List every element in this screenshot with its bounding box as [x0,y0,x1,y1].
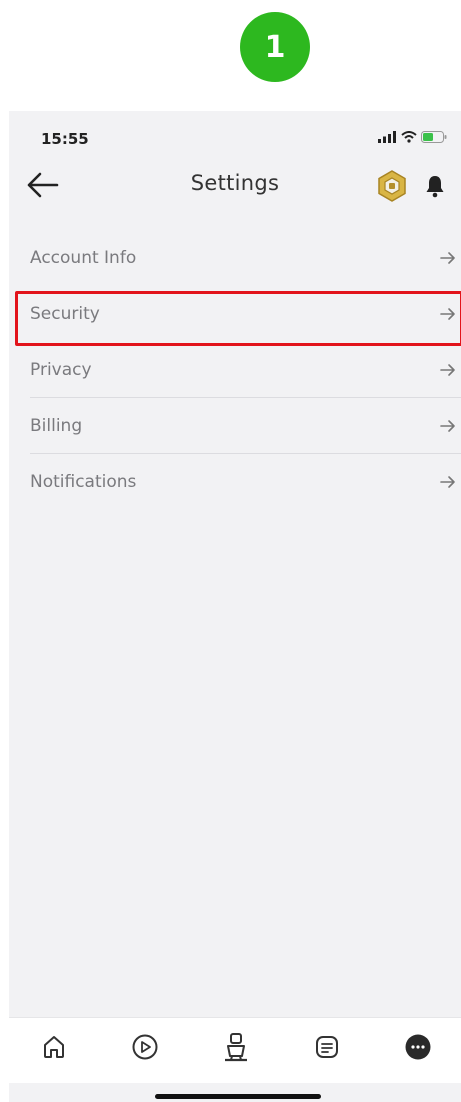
arrow-right-icon [440,308,455,320]
home-icon [44,1036,64,1058]
tab-chat[interactable] [312,1032,342,1062]
notifications-button[interactable] [423,169,447,203]
menu-item-billing[interactable]: Billing [9,398,461,454]
tab-discover[interactable] [130,1032,160,1062]
avatar-icon [225,1033,247,1062]
menu-item-label: Account Info [30,248,137,268]
app-header: Settings [9,161,461,209]
tab-avatar[interactable] [221,1032,251,1062]
tab-more[interactable] [403,1032,433,1062]
battery-icon [421,131,447,143]
arrow-right-icon [440,476,455,488]
menu-item-privacy[interactable]: Privacy [9,342,461,398]
arrow-right-icon [440,420,455,432]
robux-icon [378,170,406,202]
more-icon [405,1034,431,1060]
status-icons [377,131,447,143]
chat-icon [316,1036,338,1058]
menu-item-security[interactable]: Security [9,286,461,342]
step-number-badge: 1 [240,12,310,82]
menu-item-label: Privacy [30,360,92,380]
menu-item-label: Notifications [30,472,137,492]
cellular-signal-icon [378,131,396,143]
wifi-icon [401,131,417,143]
home-indicator [155,1094,321,1099]
robux-button[interactable] [376,169,408,203]
menu-item-label: Security [30,304,100,324]
bottom-tab-bar [9,1017,461,1083]
menu-item-label: Billing [30,416,83,436]
arrow-right-icon [440,364,455,376]
play-icon [132,1034,158,1060]
tab-home[interactable] [39,1032,69,1062]
settings-menu: Account Info Security Privacy Billing No… [9,230,461,510]
menu-item-account-info[interactable]: Account Info [9,230,461,286]
bell-icon [426,176,444,198]
menu-item-notifications[interactable]: Notifications [9,454,461,510]
phone-screen: 15:55 Settings Account Info Security Pri… [9,111,461,1102]
arrow-right-icon [440,252,455,264]
status-time: 15:55 [41,130,89,148]
